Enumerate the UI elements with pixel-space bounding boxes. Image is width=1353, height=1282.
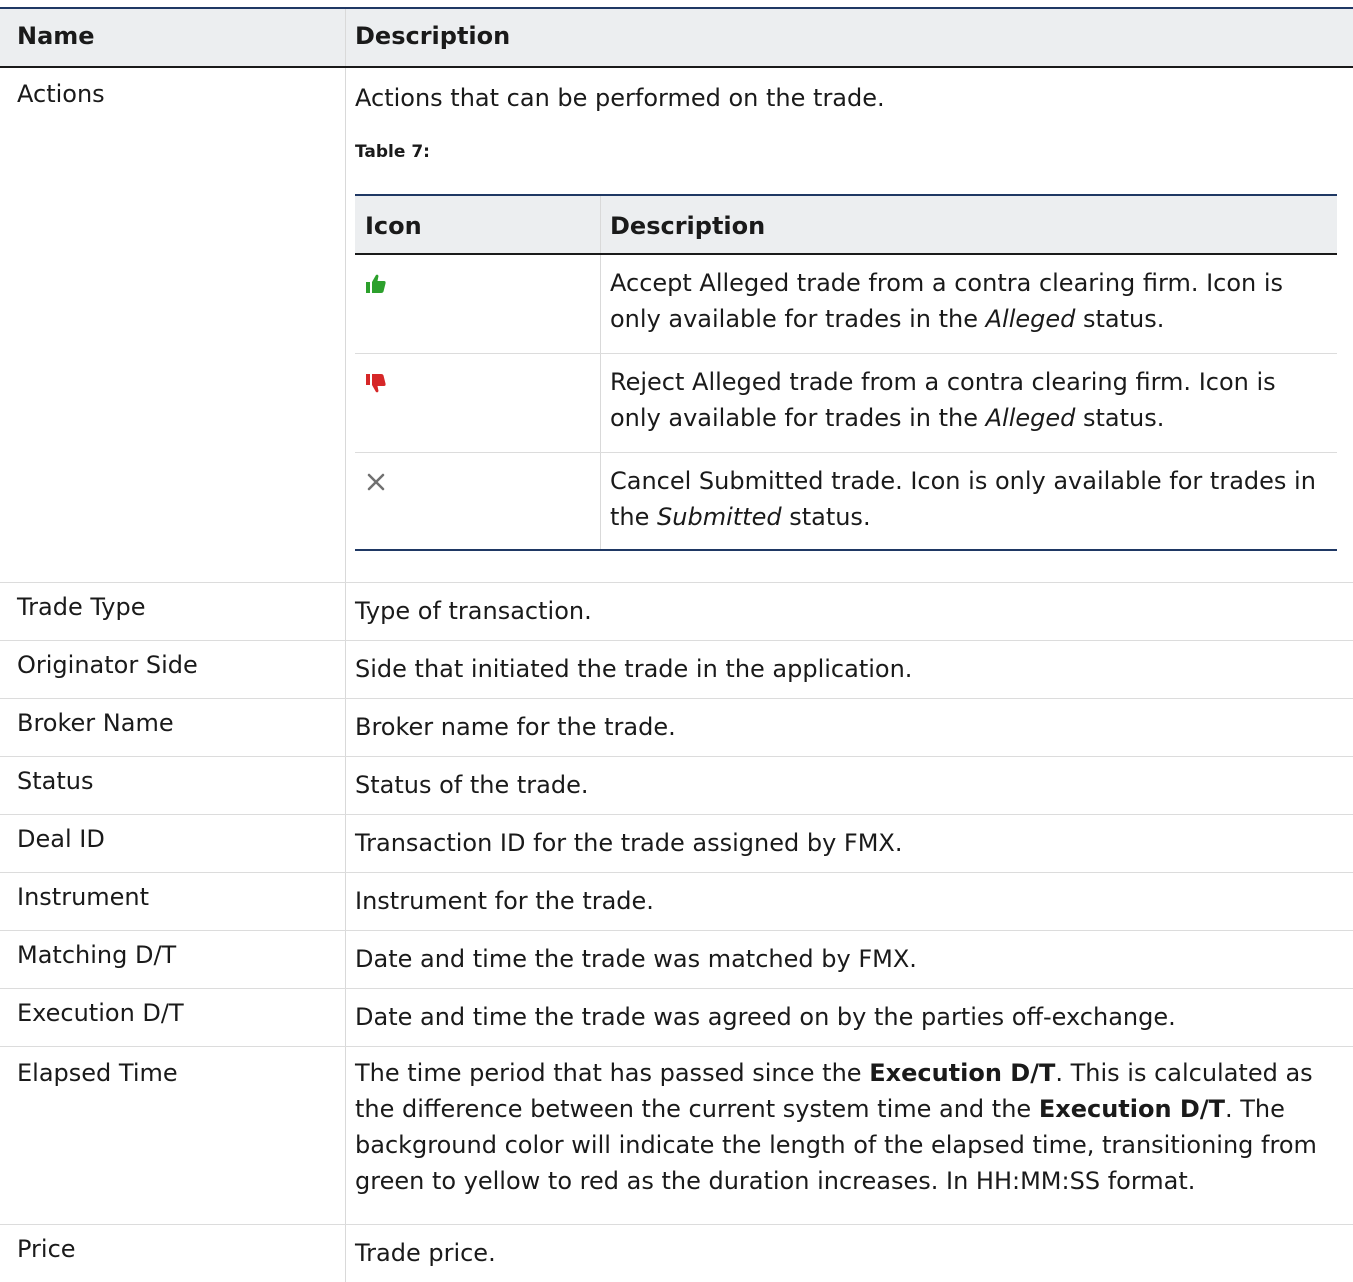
- row-description: The time period that has passed since th…: [345, 1047, 1353, 1224]
- close-icon: [365, 467, 387, 491]
- row-description: Trade price.: [345, 1225, 1353, 1282]
- thumbs-down-icon: [365, 368, 387, 393]
- table-row: Instrument Instrument for the trade.: [0, 873, 1353, 931]
- row-name: Elapsed Time: [17, 1059, 178, 1087]
- row-description: Date and time the trade was agreed on by…: [345, 989, 1353, 1046]
- header-description: Description: [345, 9, 1353, 66]
- icons-table-row-accept: Accept Alleged trade from a contra clear…: [355, 255, 1337, 354]
- row-name: Trade Type: [17, 593, 146, 621]
- row-description: Status of the trade.: [345, 757, 1353, 814]
- row-description: Transaction ID for the trade assigned by…: [345, 815, 1353, 872]
- table-caption: Table 7:: [355, 142, 430, 162]
- row-description: Actions that can be performed on the tra…: [345, 68, 1353, 582]
- row-name: Matching D/T: [17, 941, 177, 969]
- table-row-actions: Actions Actions that can be performed on…: [0, 68, 1353, 583]
- icons-table-row-reject: Reject Alleged trade from a contra clear…: [355, 354, 1337, 453]
- accept-description: Accept Alleged trade from a contra clear…: [610, 269, 1284, 333]
- header-icon-description: Description: [600, 196, 1337, 253]
- table-row: Deal ID Transaction ID for the trade ass…: [0, 815, 1353, 873]
- cancel-description: Cancel Submitted trade. Icon is only ava…: [610, 467, 1316, 531]
- reject-description: Reject Alleged trade from a contra clear…: [610, 368, 1276, 432]
- table-row: Price Trade price.: [0, 1225, 1353, 1282]
- table-row-elapsed-time: Elapsed Time The time period that has pa…: [0, 1047, 1353, 1225]
- row-name: Status: [17, 767, 94, 795]
- header-name: Name: [17, 22, 95, 50]
- thumbs-up-icon: [365, 269, 387, 293]
- table-row: Broker Name Broker name for the trade.: [0, 699, 1353, 757]
- row-name: Price: [17, 1235, 76, 1263]
- row-name: Deal ID: [17, 825, 105, 853]
- table-row: Status Status of the trade.: [0, 757, 1353, 815]
- row-name: Instrument: [17, 883, 150, 911]
- icons-table-header: Icon Description: [355, 196, 1337, 255]
- icons-table: Icon Description Accept Alleged trade fr…: [355, 194, 1337, 551]
- table-header: Name Description: [0, 9, 1353, 68]
- actions-description: Actions that can be performed on the tra…: [355, 84, 885, 112]
- fields-table: Name Description Actions Actions that ca…: [0, 7, 1353, 1282]
- row-name: Actions: [17, 80, 105, 108]
- row-description: Type of transaction.: [345, 583, 1353, 640]
- row-name: Originator Side: [17, 651, 198, 679]
- row-description: Side that initiated the trade in the app…: [345, 641, 1353, 698]
- table-row: Originator Side Side that initiated the …: [0, 641, 1353, 699]
- header-icon: Icon: [365, 212, 422, 240]
- row-description: Broker name for the trade.: [345, 699, 1353, 756]
- row-description: Date and time the trade was matched by F…: [345, 931, 1353, 988]
- row-description: Instrument for the trade.: [345, 873, 1353, 930]
- table-row: Matching D/T Date and time the trade was…: [0, 931, 1353, 989]
- icons-table-row-cancel: Cancel Submitted trade. Icon is only ava…: [355, 453, 1337, 551]
- table-row: Execution D/T Date and time the trade wa…: [0, 989, 1353, 1047]
- row-name: Broker Name: [17, 709, 174, 737]
- table-row: Trade Type Type of transaction.: [0, 583, 1353, 641]
- row-name: Execution D/T: [17, 999, 184, 1027]
